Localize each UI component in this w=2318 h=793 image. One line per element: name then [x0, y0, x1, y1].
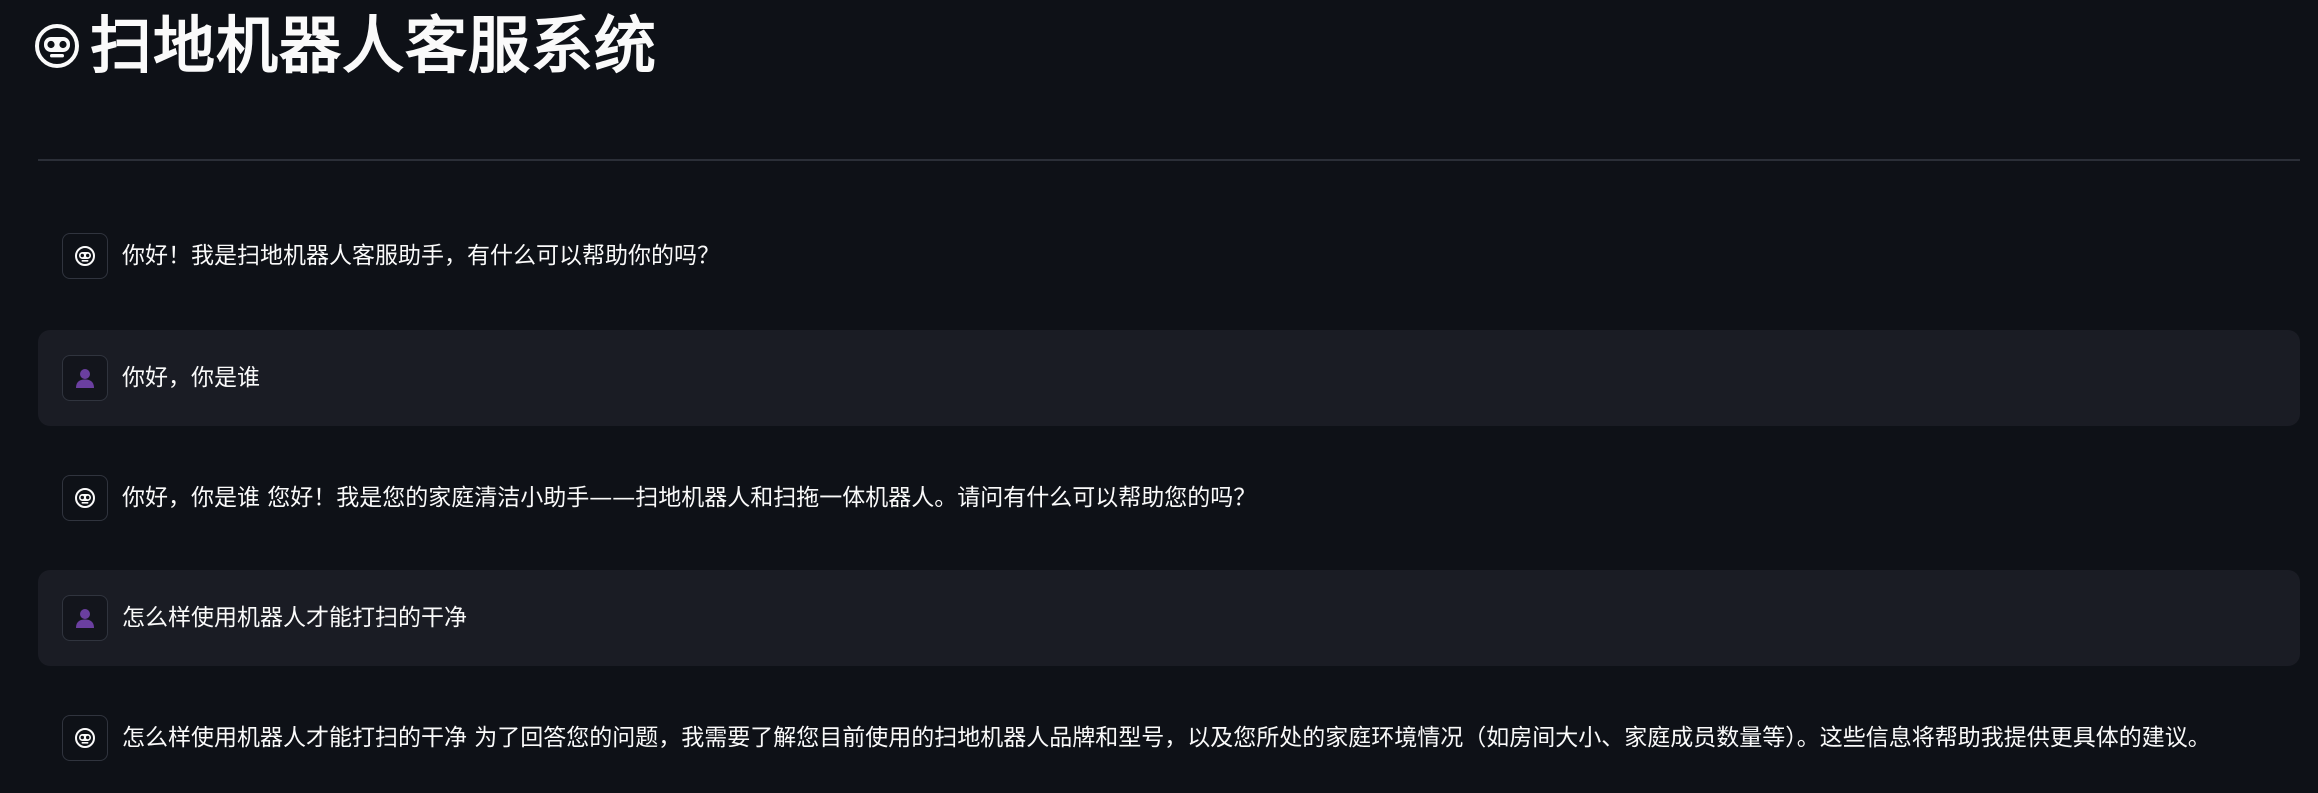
chat-message-text: 你好！我是扫地机器人客服助手，有什么可以帮助你的吗？: [122, 243, 720, 269]
chat-message-text: 怎么样使用机器人才能打扫的干净: [122, 605, 467, 631]
page-header: 扫地机器人客服系统: [34, 6, 657, 86]
chat-message-user: 你好，你是谁: [38, 330, 2300, 426]
app-root: 扫地机器人客服系统 你好！我是扫地机器人客服助手，有什么可以帮助你的吗？ 你好，…: [0, 0, 2318, 793]
chat-message-user: 怎么样使用机器人才能打扫的干净: [38, 570, 2300, 666]
user-avatar-icon: [62, 595, 108, 641]
robot-avatar-icon: [62, 715, 108, 761]
user-avatar-icon: [62, 355, 108, 401]
robot-avatar-icon: [62, 475, 108, 521]
page-title: 扫地机器人客服系统: [90, 9, 658, 82]
header-divider: [38, 159, 2300, 161]
chat-message-text: 你好，你是谁: [122, 365, 260, 391]
chat-message-assistant: 你好！我是扫地机器人客服助手，有什么可以帮助你的吗？: [38, 208, 2300, 304]
robot-face-icon: [34, 23, 80, 69]
chat-message-text: 你好，你是谁 您好！我是您的家庭清洁小助手——扫地机器人和扫拖一体机器人。请问有…: [122, 485, 1257, 511]
robot-avatar-icon: [62, 233, 108, 279]
chat-message-text: 怎么样使用机器人才能打扫的干净 为了回答您的问题，我需要了解您目前使用的扫地机器…: [122, 725, 2211, 751]
chat-message-assistant: 怎么样使用机器人才能打扫的干净 为了回答您的问题，我需要了解您目前使用的扫地机器…: [38, 690, 2300, 786]
chat-message-assistant: 你好，你是谁 您好！我是您的家庭清洁小助手——扫地机器人和扫拖一体机器人。请问有…: [38, 450, 2300, 546]
